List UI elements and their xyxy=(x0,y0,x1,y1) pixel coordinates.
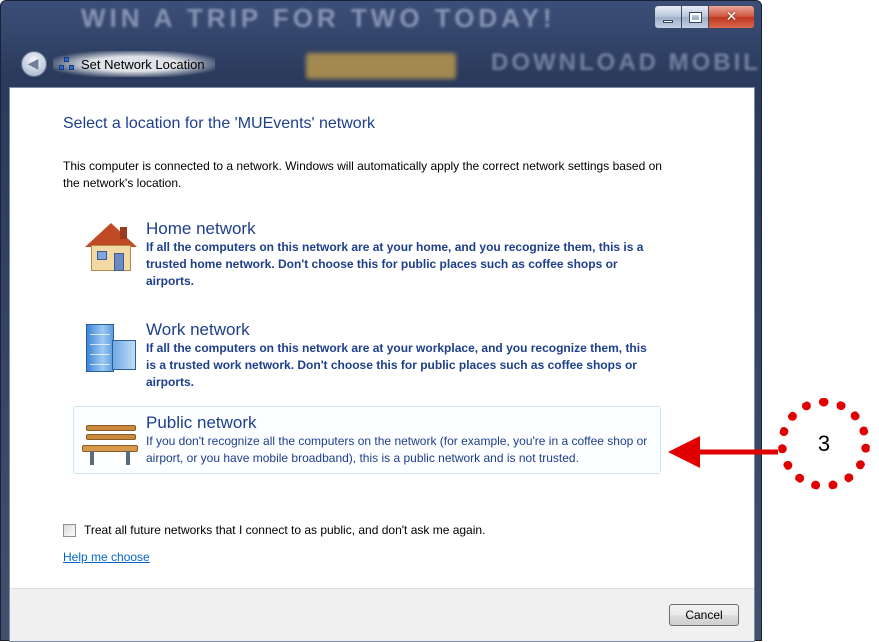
annotation-callout: 3 xyxy=(778,398,870,490)
annotation-arrow xyxy=(668,436,778,468)
annotation-number: 3 xyxy=(817,431,831,456)
